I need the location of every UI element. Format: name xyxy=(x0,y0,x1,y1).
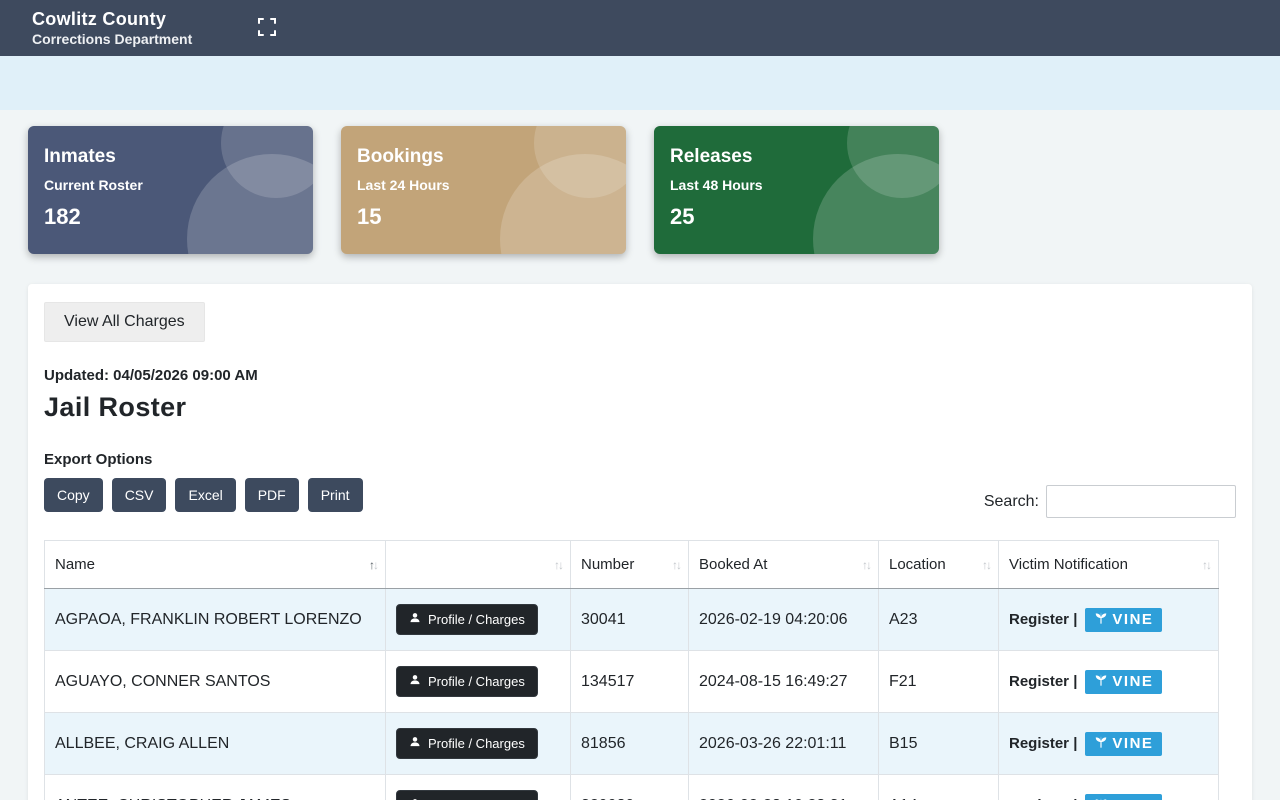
table-row: ANTEE, CHRISTOPHER JAMES Profile / Charg… xyxy=(45,775,1219,800)
vine-button[interactable]: VINE xyxy=(1085,670,1162,694)
brand: Cowlitz County Corrections Department xyxy=(32,8,192,48)
subheader-band xyxy=(0,56,1280,110)
inmate-name: ANTEE, CHRISTOPHER JAMES xyxy=(45,775,386,800)
bookings-count: 15 xyxy=(357,204,610,230)
profile-charges-button[interactable]: Profile / Charges xyxy=(396,604,538,635)
sort-icons[interactable]: ↑↓ xyxy=(1202,558,1210,572)
profile-charges-button[interactable]: Profile / Charges xyxy=(396,790,538,800)
person-icon xyxy=(409,736,421,751)
column-header-name[interactable]: Name ↑↓ xyxy=(45,541,386,589)
sort-icons[interactable]: ↑↓ xyxy=(369,558,377,572)
register-link[interactable]: Register | xyxy=(1009,673,1077,690)
updated-timestamp: Updated: 04/05/2026 09:00 AM xyxy=(44,367,1236,384)
column-header-number-label: Number xyxy=(581,556,634,573)
register-link[interactable]: Register | xyxy=(1009,611,1077,628)
column-header-booked-at-label: Booked At xyxy=(699,556,767,573)
view-all-charges-button[interactable]: View All Charges xyxy=(44,302,205,342)
table-row: AGPAOA, FRANKLIN ROBERT LORENZO Profile … xyxy=(45,589,1219,651)
roster-panel: View All Charges Updated: 04/05/2026 09:… xyxy=(28,284,1252,800)
search-label: Search: xyxy=(984,493,1039,511)
inmates-card-subtitle: Current Roster xyxy=(44,177,297,193)
bookings-card-subtitle: Last 24 Hours xyxy=(357,177,610,193)
column-header-victim-label: Victim Notification xyxy=(1009,556,1128,573)
releases-card-title: Releases xyxy=(670,146,923,168)
column-header-location-label: Location xyxy=(889,556,946,573)
sort-icons[interactable]: ↑↓ xyxy=(554,558,562,572)
vine-label: VINE xyxy=(1112,673,1153,690)
table-row: ALLBEE, CRAIG ALLEN Profile / Charges 81… xyxy=(45,713,1219,775)
export-options-label: Export Options xyxy=(44,451,1236,468)
vine-sprout-icon xyxy=(1094,735,1108,753)
table-header-row: Name ↑↓ ↑↓ Number ↑↓ Booked At ↑↓ Locati… xyxy=(45,541,1219,589)
location: F21 xyxy=(879,651,999,713)
stat-cards: Inmates Current Roster 182 Bookings Last… xyxy=(28,126,1252,254)
print-button[interactable]: Print xyxy=(308,478,363,512)
person-icon xyxy=(409,612,421,627)
table-row: AGUAYO, CONNER SANTOS Profile / Charges … xyxy=(45,651,1219,713)
inmate-number: 134517 xyxy=(571,651,689,713)
vine-button[interactable]: VINE xyxy=(1085,608,1162,632)
profile-charges-button[interactable]: Profile / Charges xyxy=(396,728,538,759)
location: A14 xyxy=(879,775,999,800)
register-link[interactable]: Register | xyxy=(1009,735,1077,752)
bookings-card: Bookings Last 24 Hours 15 xyxy=(341,126,626,254)
sort-icons[interactable]: ↑↓ xyxy=(672,558,680,572)
sort-icons[interactable]: ↑↓ xyxy=(862,558,870,572)
vine-label: VINE xyxy=(1112,735,1153,752)
inmate-number: 81856 xyxy=(571,713,689,775)
column-header-booked-at[interactable]: Booked At ↑↓ xyxy=(689,541,879,589)
releases-count: 25 xyxy=(670,204,923,230)
location: B15 xyxy=(879,713,999,775)
inmate-number: 30041 xyxy=(571,589,689,651)
profile-charges-button[interactable]: Profile / Charges xyxy=(396,666,538,697)
inmates-card: Inmates Current Roster 182 xyxy=(28,126,313,254)
page-title: Jail Roster xyxy=(44,392,1236,423)
inmates-card-title: Inmates xyxy=(44,146,297,168)
vine-label: VINE xyxy=(1112,611,1153,628)
profile-charges-label: Profile / Charges xyxy=(428,612,525,627)
fullscreen-icon xyxy=(258,18,276,39)
booked-at: 2026-03-26 22:01:11 xyxy=(689,713,879,775)
booked-at: 2026-02-28 19:28:31 xyxy=(689,775,879,800)
inmate-name: ALLBEE, CRAIG ALLEN xyxy=(45,713,386,775)
excel-button[interactable]: Excel xyxy=(175,478,235,512)
profile-charges-label: Profile / Charges xyxy=(428,736,525,751)
inmate-name: AGPAOA, FRANKLIN ROBERT LORENZO xyxy=(45,589,386,651)
booked-at: 2024-08-15 16:49:27 xyxy=(689,651,879,713)
search-box: Search: xyxy=(984,485,1236,518)
export-buttons: Copy CSV Excel PDF Print xyxy=(44,478,363,512)
column-header-name-label: Name xyxy=(55,556,95,573)
column-header-number[interactable]: Number ↑↓ xyxy=(571,541,689,589)
vine-button[interactable]: VINE xyxy=(1085,794,1162,800)
search-input[interactable] xyxy=(1046,485,1236,518)
top-bar: Cowlitz County Corrections Department xyxy=(0,0,1280,56)
department-subtitle: Corrections Department xyxy=(32,31,192,49)
releases-card: Releases Last 48 Hours 25 xyxy=(654,126,939,254)
column-header-victim-notification[interactable]: Victim Notification ↑↓ xyxy=(999,541,1219,589)
jail-roster-table: Name ↑↓ ↑↓ Number ↑↓ Booked At ↑↓ Locati… xyxy=(44,540,1219,800)
vine-sprout-icon xyxy=(1094,673,1108,691)
vine-sprout-icon xyxy=(1094,797,1108,800)
releases-card-subtitle: Last 48 Hours xyxy=(670,177,923,193)
fullscreen-button[interactable] xyxy=(254,14,280,43)
inmates-count: 182 xyxy=(44,204,297,230)
pdf-button[interactable]: PDF xyxy=(245,478,299,512)
copy-button[interactable]: Copy xyxy=(44,478,103,512)
sort-icons[interactable]: ↑↓ xyxy=(982,558,990,572)
vine-button[interactable]: VINE xyxy=(1085,732,1162,756)
inmate-number: 329989 xyxy=(571,775,689,800)
inmate-name: AGUAYO, CONNER SANTOS xyxy=(45,651,386,713)
profile-charges-label: Profile / Charges xyxy=(428,674,525,689)
county-title: Cowlitz County xyxy=(32,8,192,31)
vine-sprout-icon xyxy=(1094,611,1108,629)
csv-button[interactable]: CSV xyxy=(112,478,167,512)
column-header-profile[interactable]: ↑↓ xyxy=(386,541,571,589)
location: A23 xyxy=(879,589,999,651)
column-header-location[interactable]: Location ↑↓ xyxy=(879,541,999,589)
person-icon xyxy=(409,674,421,689)
table-toolbar: Copy CSV Excel PDF Print Search: xyxy=(44,478,1236,518)
bookings-card-title: Bookings xyxy=(357,146,610,168)
booked-at: 2026-02-19 04:20:06 xyxy=(689,589,879,651)
